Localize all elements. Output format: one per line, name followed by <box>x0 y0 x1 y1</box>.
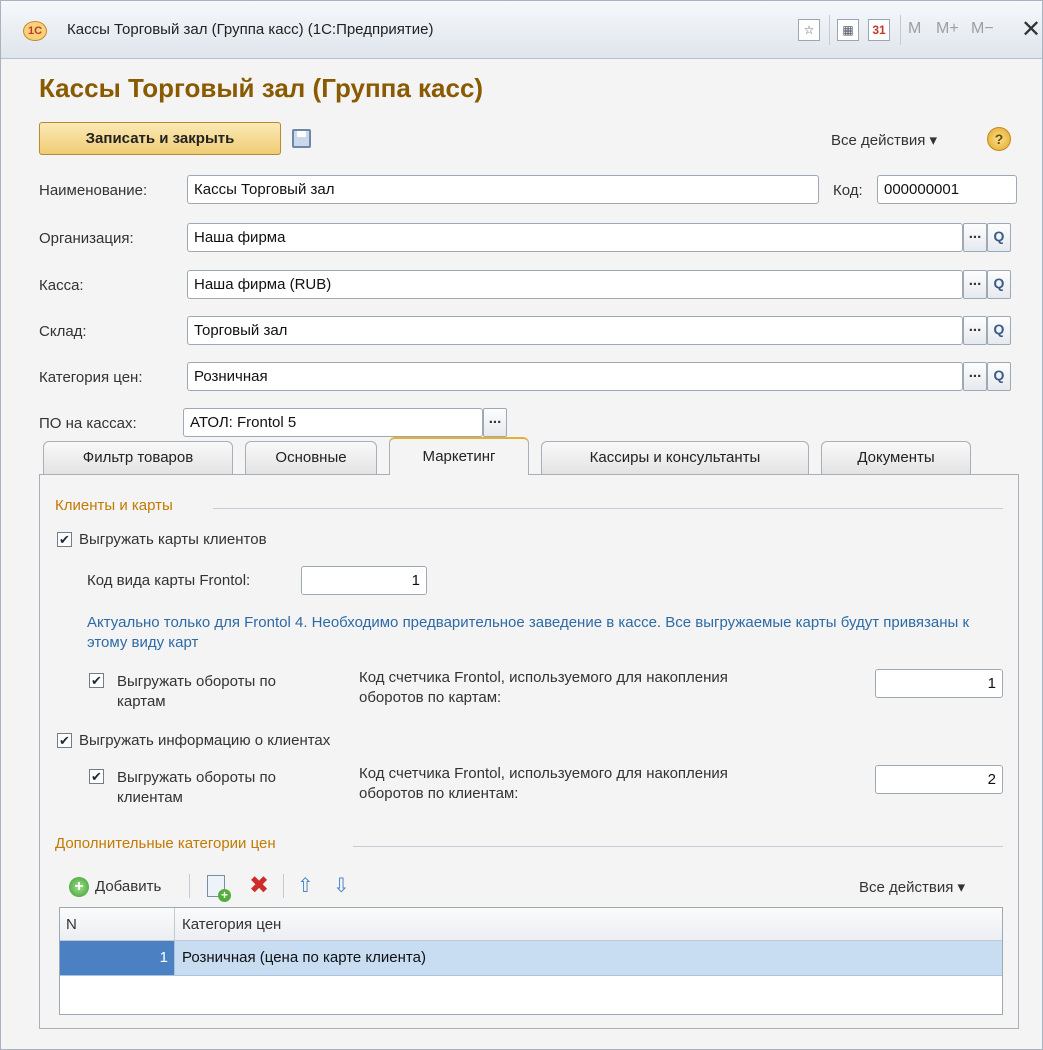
export-client-turnover-checkbox[interactable]: ✔ <box>89 769 104 784</box>
title-bar: 1С Кассы Торговый зал (Группа касс) (1С:… <box>1 1 1042 59</box>
favorites-icon[interactable]: ☆ <box>798 19 820 41</box>
export-clients-info-checkbox[interactable]: ✔ <box>57 733 72 748</box>
frontol-note: Актуально только для Frontol 4. Необходи… <box>87 614 970 651</box>
help-icon[interactable]: ? <box>987 127 1011 151</box>
column-header-n[interactable]: N <box>66 916 77 933</box>
toolbar-divider <box>189 874 190 898</box>
export-card-turnover-label-line1: Выгружать обороты по <box>117 673 276 690</box>
organization-open-button[interactable]: Q <box>987 223 1011 252</box>
client-counter-label-line2: оборотов по клиентам: <box>359 785 519 802</box>
cash-open-button[interactable]: Q <box>987 270 1011 299</box>
toolbar-divider <box>829 15 830 45</box>
table-row[interactable]: 1 Розничная (цена по карте клиента) <box>60 941 1002 976</box>
cash-select-button[interactable]: ... <box>963 270 987 299</box>
memory-subtract-button[interactable]: M− <box>971 20 994 38</box>
warehouse-label: Склад: <box>39 323 87 340</box>
client-counter-field[interactable]: 2 <box>875 765 1003 794</box>
group-divider <box>213 508 1003 509</box>
tab-cashiers[interactable]: Кассиры и консультанты <box>541 441 809 474</box>
organization-label: Организация: <box>39 230 134 247</box>
delete-icon[interactable]: ✖ <box>249 871 269 900</box>
price-category-open-button[interactable]: Q <box>987 362 1011 391</box>
code-field[interactable]: 000000001 <box>877 175 1017 204</box>
column-divider <box>174 908 175 941</box>
tab-goods-filter[interactable]: Фильтр товаров <box>43 441 233 474</box>
export-cards-checkbox[interactable]: ✔ <box>57 532 72 547</box>
move-up-icon[interactable]: ⇧ <box>297 873 314 898</box>
export-client-turnover-label-line2: клиентам <box>117 789 183 806</box>
save-icon[interactable] <box>292 129 311 148</box>
calculator-icon[interactable]: ▦ <box>837 19 859 41</box>
client-counter-label-line1: Код счетчика Frontol, используемого для … <box>359 765 728 782</box>
price-category-label: Категория цен: <box>39 369 143 386</box>
memory-add-button[interactable]: M+ <box>936 20 959 38</box>
toolbar-divider <box>900 15 901 45</box>
price-category-select-button[interactable]: ... <box>963 362 987 391</box>
organization-select-button[interactable]: ... <box>963 223 987 252</box>
code-label: Код: <box>833 182 863 199</box>
tab-marketing[interactable]: Маркетинг <box>389 437 529 475</box>
table-all-actions-menu[interactable]: Все действия ▾ <box>859 878 965 896</box>
software-label: ПО на кассах: <box>39 415 137 432</box>
group-additional-title: Дополнительные категории цен <box>55 835 276 852</box>
column-header-category[interactable]: Категория цен <box>182 916 281 933</box>
export-card-turnover-label-line2: картам <box>117 693 166 710</box>
add-button[interactable]: Добавить <box>95 878 161 895</box>
card-counter-field[interactable]: 1 <box>875 669 1003 698</box>
page-title: Кассы Торговый зал (Группа касс) <box>39 73 484 103</box>
column-divider <box>174 941 175 975</box>
name-field[interactable]: Кассы Торговый зал <box>187 175 819 204</box>
save-and-close-button[interactable]: Записать и закрыть <box>39 122 281 155</box>
main-window: 1С Кассы Торговый зал (Группа касс) (1С:… <box>0 0 1043 1050</box>
price-category-field[interactable]: Розничная <box>187 362 963 391</box>
warehouse-field[interactable]: Торговый зал <box>187 316 963 345</box>
export-cards-label: Выгружать карты клиентов <box>79 531 267 548</box>
tab-main[interactable]: Основные <box>245 441 377 474</box>
organization-field[interactable]: Наша фирма <box>187 223 963 252</box>
cash-field[interactable]: Наша фирма (RUB) <box>187 270 963 299</box>
move-down-icon[interactable]: ⇩ <box>333 873 350 898</box>
table-header: N Категория цен <box>60 908 1002 941</box>
cash-label: Касса: <box>39 277 84 294</box>
warehouse-select-button[interactable]: ... <box>963 316 987 345</box>
export-client-turnover-label-line1: Выгружать обороты по <box>117 769 276 786</box>
memory-button[interactable]: M <box>908 20 921 38</box>
export-clients-info-label: Выгружать информацию о клиентах <box>79 732 331 749</box>
software-select-button[interactable]: ... <box>483 408 507 437</box>
cell-category: Розничная (цена по карте клиента) <box>182 949 426 966</box>
card-type-label: Код вида карты Frontol: <box>87 572 251 589</box>
price-categories-table[interactable]: N Категория цен 1 Розничная (цена по кар… <box>59 907 1003 1015</box>
group-clients-title: Клиенты и карты <box>55 497 173 514</box>
add-icon[interactable]: + <box>69 877 89 897</box>
card-counter-label-line2: оборотов по картам: <box>359 689 502 706</box>
close-icon[interactable]: ✕ <box>1021 15 1041 44</box>
app-logo-icon: 1С <box>23 21 47 41</box>
calendar-icon[interactable]: 31 <box>868 19 890 41</box>
software-field[interactable]: АТОЛ: Frontol 5 <box>183 408 483 437</box>
card-type-field[interactable]: 1 <box>301 566 427 595</box>
all-actions-menu[interactable]: Все действия ▾ <box>831 131 937 149</box>
copy-icon[interactable] <box>207 875 231 902</box>
toolbar-divider <box>283 874 284 898</box>
export-card-turnover-checkbox[interactable]: ✔ <box>89 673 104 688</box>
warehouse-open-button[interactable]: Q <box>987 316 1011 345</box>
window-title: Кассы Торговый зал (Группа касс) (1С:Пре… <box>67 21 434 38</box>
group-divider <box>353 846 1003 847</box>
tab-documents[interactable]: Документы <box>821 441 971 474</box>
card-counter-label-line1: Код счетчика Frontol, используемого для … <box>359 669 728 686</box>
name-label: Наименование: <box>39 182 148 199</box>
cell-n: 1 <box>60 941 174 975</box>
